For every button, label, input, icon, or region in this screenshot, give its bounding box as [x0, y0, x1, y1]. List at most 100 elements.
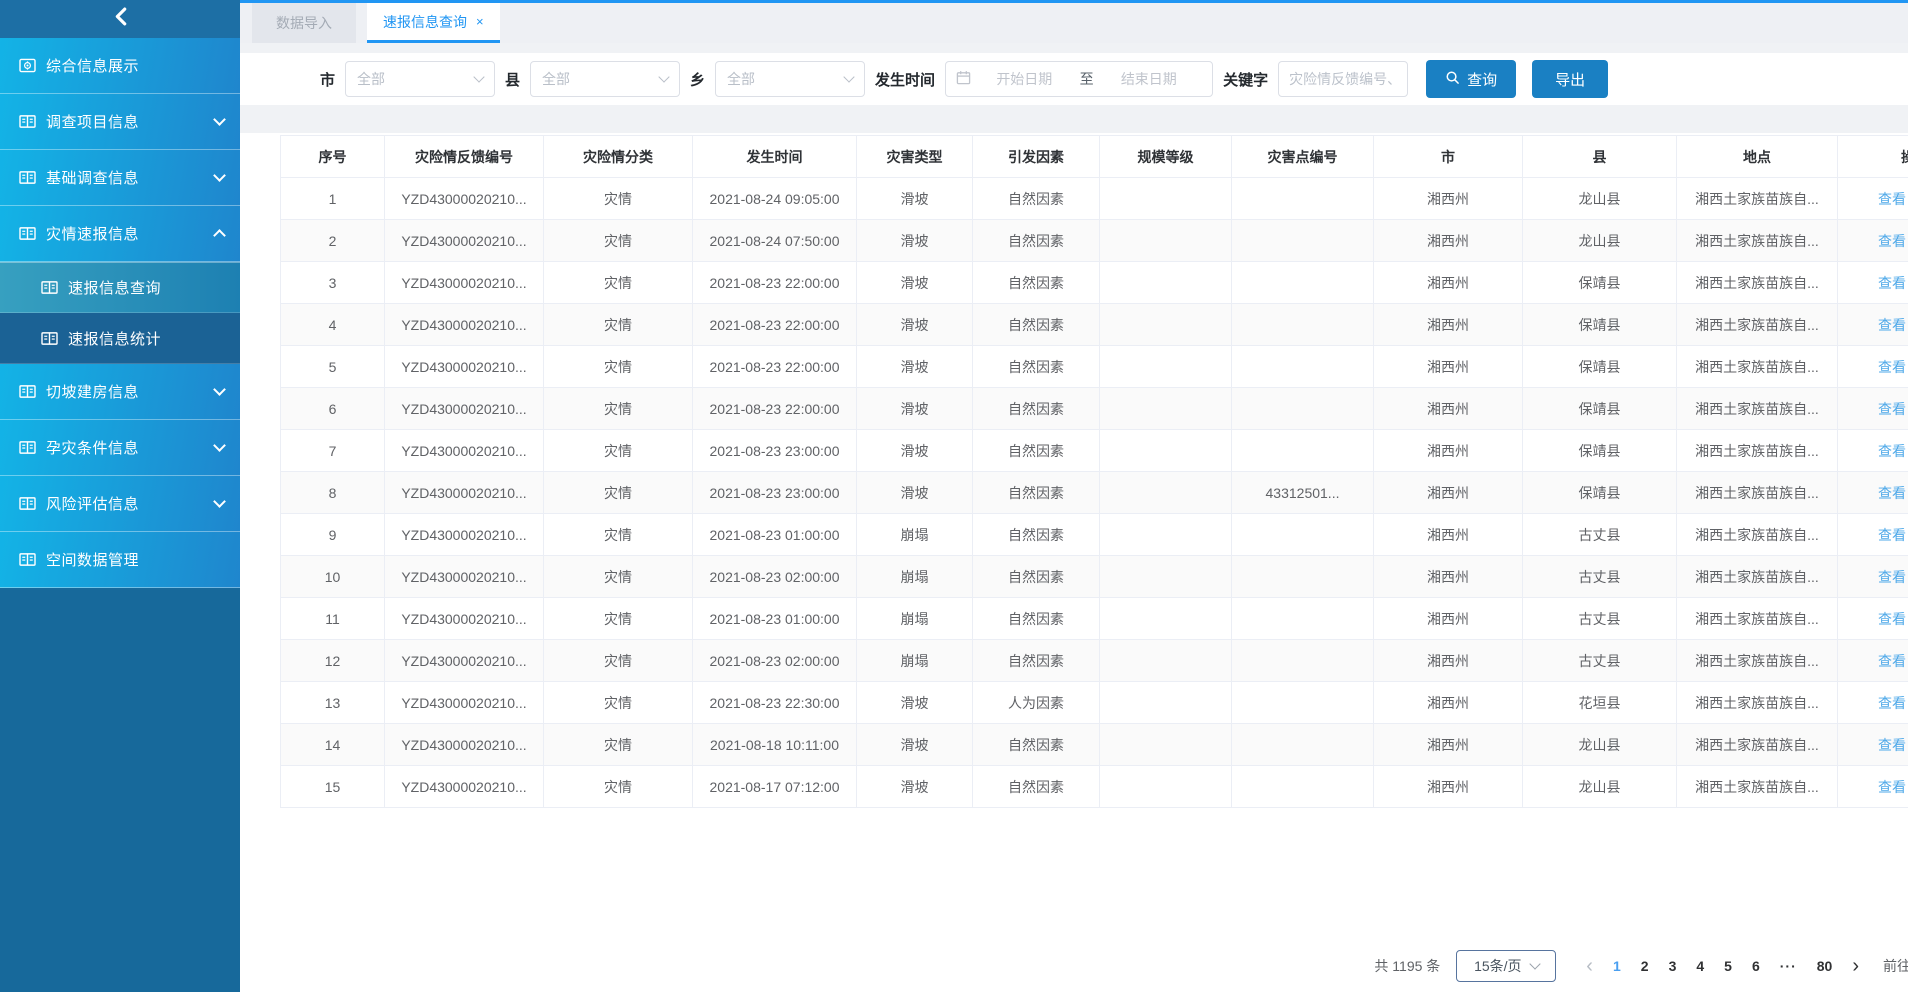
cell-county: 龙山县	[1523, 220, 1677, 262]
actions-cell: 查看编辑	[1838, 388, 1908, 430]
date-range-picker[interactable]: 开始日期 至 结束日期	[945, 61, 1213, 97]
cell-index: 11	[281, 598, 385, 640]
page-button-80[interactable]: 80	[1817, 958, 1833, 974]
cell-disaster_type: 滑坡	[857, 724, 973, 766]
sidebar-subitem-4-1[interactable]: 速报信息查询	[0, 262, 240, 313]
cell-trigger_factor: 人为因素	[973, 682, 1100, 724]
cell-trigger_factor: 自然因素	[973, 766, 1100, 808]
app-root: 综合信息展示调查项目信息基础调查信息灾情速报信息速报信息查询速报信息统计切坡建房…	[0, 0, 1908, 992]
page-button-4[interactable]: 4	[1696, 958, 1704, 974]
sidebar-item-label: 灾情速报信息	[46, 223, 215, 244]
chevron-down-icon	[213, 495, 226, 508]
cell-point_no	[1232, 724, 1374, 766]
table-row: 9YZD43000020210...灾情2021-08-23 01:00:00崩…	[281, 514, 1908, 556]
cell-city: 湘西州	[1374, 472, 1523, 514]
sidebar-collapse-button[interactable]	[0, 0, 240, 38]
view-link[interactable]: 查看	[1878, 401, 1906, 417]
sidebar-subitem-4-2[interactable]: 速报信息统计	[0, 313, 240, 364]
tab-report-query[interactable]: 速报信息查询 ×	[367, 3, 500, 43]
actions-cell: 查看编辑	[1838, 220, 1908, 262]
table-row: 11YZD43000020210...灾情2021-08-23 01:00:00…	[281, 598, 1908, 640]
view-link[interactable]: 查看	[1878, 527, 1906, 543]
sidebar-item-4[interactable]: 灾情速报信息	[0, 206, 240, 262]
end-date-placeholder[interactable]: 结束日期	[1096, 69, 1203, 89]
cell-scale_level	[1100, 766, 1232, 808]
cell-location: 湘西土家族苗族自...	[1677, 766, 1838, 808]
cell-scale_level	[1100, 178, 1232, 220]
sidebar-item-3[interactable]: 基础调查信息	[0, 150, 240, 206]
query-button[interactable]: 查询	[1426, 60, 1516, 98]
view-link[interactable]: 查看	[1878, 485, 1906, 501]
close-icon[interactable]: ×	[476, 15, 484, 28]
view-link[interactable]: 查看	[1878, 569, 1906, 585]
cell-point_no	[1232, 556, 1374, 598]
table-row: 7YZD43000020210...灾情2021-08-23 23:00:00滑…	[281, 430, 1908, 472]
sidebar-item-6[interactable]: 孕灾条件信息	[0, 420, 240, 476]
keyword-input[interactable]	[1278, 61, 1408, 97]
page-button-3[interactable]: 3	[1669, 958, 1677, 974]
page-button-6[interactable]: 6	[1752, 958, 1760, 974]
view-link[interactable]: 查看	[1878, 233, 1906, 249]
actions-cell: 查看编辑	[1838, 724, 1908, 766]
sidebar-item-7[interactable]: 风险评估信息	[0, 476, 240, 532]
export-button[interactable]: 导出	[1532, 60, 1608, 98]
report-table: 序号灾险情反馈编号灾险情分类发生时间灾害类型引发因素规模等级灾害点编号市县地点操…	[280, 135, 1908, 808]
view-link[interactable]: 查看	[1878, 275, 1906, 291]
cell-feedback_no: YZD43000020210...	[385, 304, 544, 346]
sidebar-item-2[interactable]: 调查项目信息	[0, 94, 240, 150]
cell-county: 古丈县	[1523, 556, 1677, 598]
sidebar-item-label: 风险评估信息	[46, 493, 215, 514]
page-button-2[interactable]: 2	[1641, 958, 1649, 974]
view-link[interactable]: 查看	[1878, 359, 1906, 375]
cell-location: 湘西土家族苗族自...	[1677, 472, 1838, 514]
cell-category: 灾情	[544, 514, 693, 556]
sidebar-item-8[interactable]: 空间数据管理	[0, 532, 240, 588]
table-icon	[18, 384, 36, 399]
cell-occur_time: 2021-08-23 01:00:00	[693, 514, 857, 556]
view-link[interactable]: 查看	[1878, 779, 1906, 795]
cell-location: 湘西土家族苗族自...	[1677, 262, 1838, 304]
cell-scale_level	[1100, 262, 1232, 304]
sidebar-menu: 综合信息展示调查项目信息基础调查信息灾情速报信息速报信息查询速报信息统计切坡建房…	[0, 38, 240, 588]
prev-page-button[interactable]: ‹	[1586, 956, 1593, 976]
column-header-actions: 操作	[1838, 136, 1908, 178]
start-date-placeholder[interactable]: 开始日期	[971, 69, 1078, 89]
view-link[interactable]: 查看	[1878, 191, 1906, 207]
tab-data-import[interactable]: 数据导入	[252, 3, 356, 43]
actions-cell: 查看编辑	[1838, 472, 1908, 514]
cell-point_no	[1232, 514, 1374, 556]
view-link[interactable]: 查看	[1878, 611, 1906, 627]
cell-scale_level	[1100, 640, 1232, 682]
total-count: 共 1195 条	[1374, 956, 1440, 976]
view-link[interactable]: 查看	[1878, 737, 1906, 753]
cell-point_no	[1232, 766, 1374, 808]
cell-point_no	[1232, 178, 1374, 220]
view-link[interactable]: 查看	[1878, 443, 1906, 459]
cell-city: 湘西州	[1374, 430, 1523, 472]
county-label: 县	[505, 69, 520, 90]
town-select[interactable]: 全部	[715, 61, 865, 97]
sidebar-item-1[interactable]: 综合信息展示	[0, 38, 240, 94]
next-page-button[interactable]: ›	[1852, 956, 1859, 976]
cell-location: 湘西土家族苗族自...	[1677, 388, 1838, 430]
cell-occur_time: 2021-08-23 22:00:00	[693, 346, 857, 388]
view-link[interactable]: 查看	[1878, 653, 1906, 669]
cell-disaster_type: 滑坡	[857, 178, 973, 220]
city-select[interactable]: 全部	[345, 61, 495, 97]
cell-trigger_factor: 自然因素	[973, 514, 1100, 556]
page-size-select[interactable]: 15条/页	[1456, 950, 1556, 982]
county-select[interactable]: 全部	[530, 61, 680, 97]
cell-trigger_factor: 自然因素	[973, 724, 1100, 766]
table-row: 4YZD43000020210...灾情2021-08-23 22:00:00滑…	[281, 304, 1908, 346]
cell-occur_time: 2021-08-23 01:00:00	[693, 598, 857, 640]
view-link[interactable]: 查看	[1878, 695, 1906, 711]
sidebar-item-5[interactable]: 切坡建房信息	[0, 364, 240, 420]
cell-county: 古丈县	[1523, 598, 1677, 640]
cell-point_no: 43312501...	[1232, 472, 1374, 514]
actions-cell: 查看编辑	[1838, 430, 1908, 472]
cell-point_no	[1232, 682, 1374, 724]
page-button-1[interactable]: 1	[1613, 958, 1621, 974]
view-link[interactable]: 查看	[1878, 317, 1906, 333]
page-button-5[interactable]: 5	[1724, 958, 1732, 974]
tab-label: 速报信息查询	[383, 12, 467, 32]
